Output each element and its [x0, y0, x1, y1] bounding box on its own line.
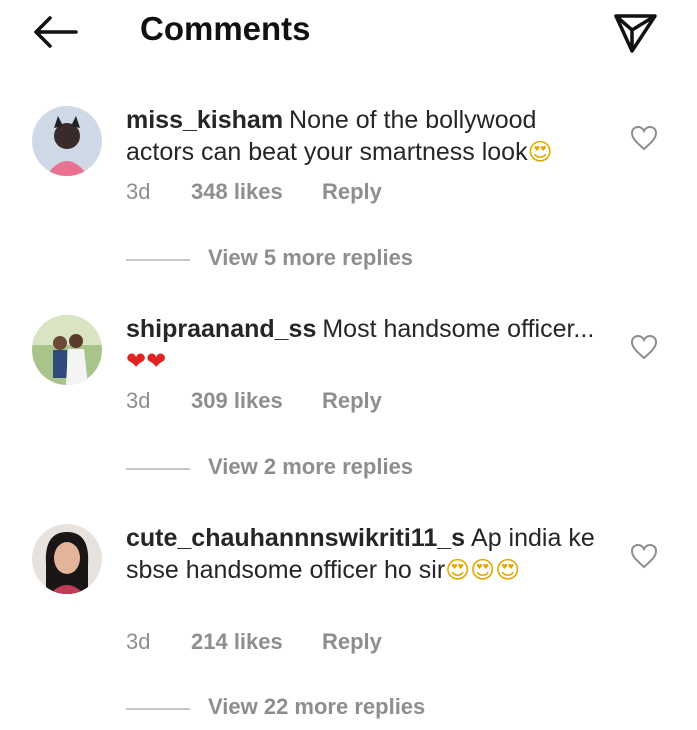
- comment-username[interactable]: cute_chauhannnswikriti11_s: [126, 524, 465, 552]
- view-replies-button[interactable]: View 22 more replies: [126, 694, 546, 724]
- divider-line: [126, 259, 190, 261]
- reply-button[interactable]: Reply: [322, 388, 382, 414]
- comment-username[interactable]: miss_kisham: [126, 106, 283, 134]
- red-heart-emoji: ❤❤: [126, 347, 167, 375]
- view-replies-button[interactable]: View 5 more replies: [126, 245, 546, 275]
- heart-outline-icon: [630, 334, 658, 360]
- divider-line: [126, 708, 190, 710]
- view-replies-label: View 22 more replies: [208, 694, 426, 719]
- heart-eyes-emoji: 😍: [527, 138, 553, 166]
- view-replies-label: View 2 more replies: [208, 454, 414, 479]
- comment-username[interactable]: shipraanand_ss: [126, 315, 316, 343]
- header-bar: Comments: [0, 0, 697, 64]
- comment-text: cute_chauhannnswikriti11_s Ap india ke sb…: [126, 522, 606, 586]
- heart-outline-icon: [630, 125, 658, 151]
- comment-time: 3d: [126, 179, 151, 204]
- comment-body: Most handsome officer...: [322, 315, 595, 343]
- comment-likes[interactable]: 214 likes: [191, 629, 283, 655]
- view-replies-button[interactable]: View 2 more replies: [126, 454, 546, 484]
- reply-button[interactable]: Reply: [322, 629, 382, 655]
- avatar[interactable]: [32, 524, 102, 594]
- reply-button[interactable]: Reply: [322, 179, 382, 205]
- share-button[interactable]: [610, 8, 660, 56]
- avatar[interactable]: [32, 315, 102, 385]
- avatar[interactable]: [32, 106, 102, 176]
- view-replies-label: View 5 more replies: [208, 245, 414, 270]
- like-button[interactable]: [630, 334, 658, 360]
- heart-outline-icon: [630, 543, 658, 569]
- like-button[interactable]: [630, 125, 658, 151]
- divider-line: [126, 468, 190, 470]
- comment-text: shipraanand_ss Most handsome officer... ❤…: [126, 313, 606, 377]
- heart-eyes-emoji: 😍😍😍: [445, 556, 521, 584]
- paper-plane-icon: [614, 14, 657, 53]
- comment-time: 3d: [126, 629, 151, 654]
- arrow-left-icon: [34, 16, 78, 48]
- back-button[interactable]: [30, 12, 80, 52]
- like-button[interactable]: [630, 543, 658, 569]
- comment-likes[interactable]: 348 likes: [191, 179, 283, 205]
- comment-likes[interactable]: 309 likes: [191, 388, 283, 414]
- comment-time: 3d: [126, 388, 151, 413]
- page-title: Comments: [140, 10, 311, 47]
- comment-text: miss_kisham None of the bollywood actors …: [126, 104, 606, 168]
